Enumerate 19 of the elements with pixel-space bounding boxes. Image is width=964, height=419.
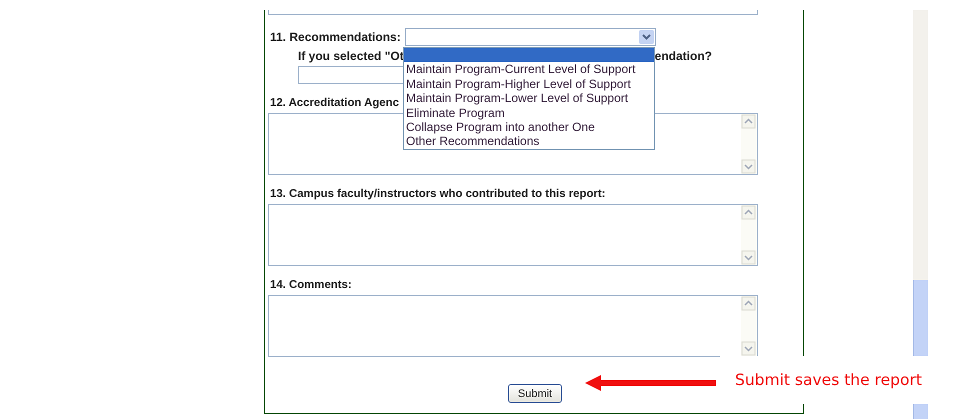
arrow-icon [585,375,716,391]
scroll-down-icon[interactable] [741,341,756,356]
field-label: 12. Accreditation Agenc [270,97,399,111]
scroll-up-icon[interactable] [741,296,756,311]
select-field[interactable] [405,28,656,46]
scroll-up-icon[interactable] [741,205,756,220]
field-label: If you selected "Ot [298,49,404,63]
input-field[interactable] [298,66,404,84]
caret-icon [639,30,654,44]
callout-text: Submit saves the report [735,371,922,389]
scroll-up-icon[interactable] [741,114,756,129]
scroll-down-icon[interactable] [741,159,756,174]
field-label: endation? [654,49,712,63]
scroll-down-icon[interactable] [741,250,756,265]
field-label: 11. Recommendations: [269,30,402,44]
dropdown-option[interactable] [404,48,654,62]
submit-button[interactable]: Submit [508,384,562,403]
field-label: 14. Comments: [270,279,352,293]
field-label: 13. Campus faculty/instructors who contributed to this report: [270,188,606,202]
